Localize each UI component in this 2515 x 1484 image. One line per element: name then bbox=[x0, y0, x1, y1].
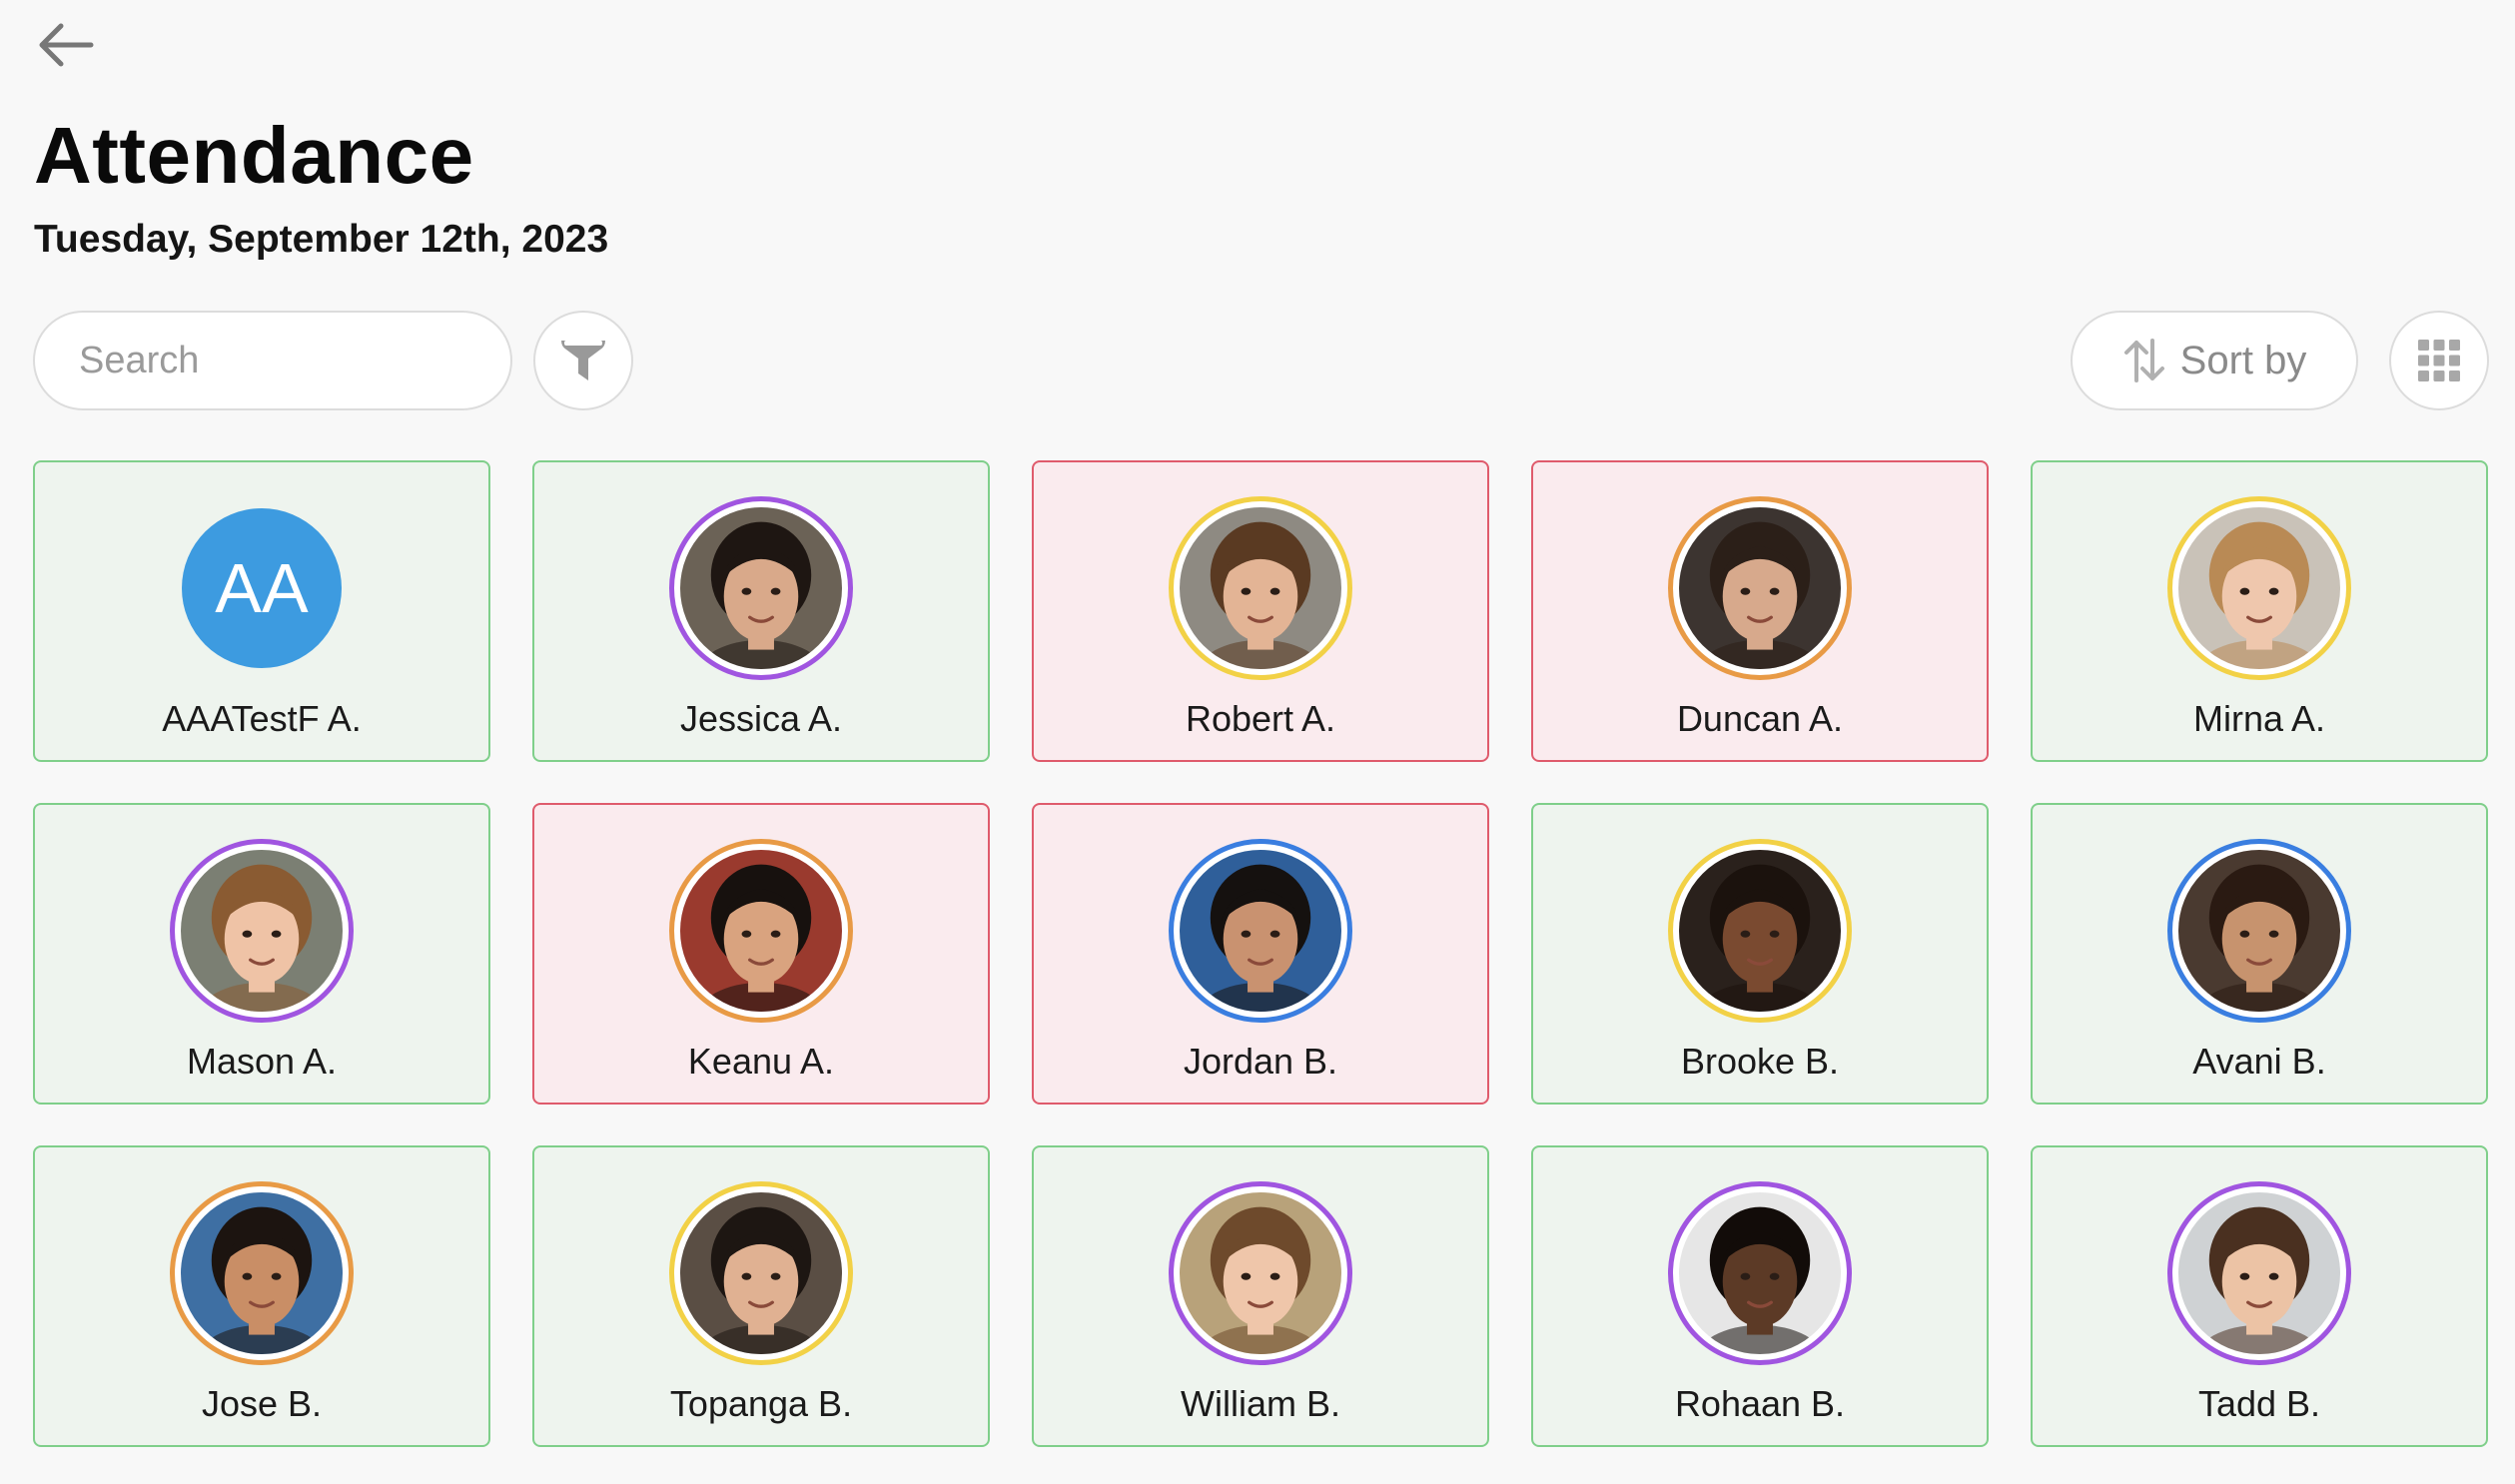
student-card[interactable]: Duncan A. bbox=[1531, 460, 1989, 762]
student-card[interactable]: Jordan B. bbox=[1032, 803, 1489, 1105]
student-name: Keanu A. bbox=[687, 1041, 835, 1082]
avatar bbox=[1169, 496, 1352, 680]
student-name: Tadd B. bbox=[2197, 1383, 2321, 1424]
student-card[interactable]: Avani B. bbox=[2031, 803, 2488, 1105]
student-name: Mirna A. bbox=[2192, 698, 2326, 739]
student-card[interactable]: AA AAATestF A. bbox=[33, 460, 490, 762]
grid-view-button[interactable] bbox=[2389, 311, 2489, 410]
arrow-left-icon bbox=[39, 23, 94, 67]
grid-icon bbox=[2418, 340, 2460, 381]
student-name: Avani B. bbox=[2192, 1041, 2326, 1082]
student-card[interactable]: Tadd B. bbox=[2031, 1145, 2488, 1447]
avatar bbox=[2167, 839, 2351, 1023]
avatar bbox=[1169, 839, 1352, 1023]
search-input[interactable] bbox=[33, 311, 512, 410]
student-name: Rohaan B. bbox=[1674, 1383, 1846, 1424]
student-photo bbox=[181, 1192, 343, 1354]
sort-label: Sort by bbox=[2179, 338, 2307, 382]
student-photo bbox=[1180, 850, 1341, 1012]
student-card[interactable]: Mason A. bbox=[33, 803, 490, 1105]
student-photo bbox=[2178, 507, 2340, 669]
sort-arrows-icon bbox=[2123, 339, 2164, 382]
avatar bbox=[170, 839, 354, 1023]
student-photo bbox=[680, 850, 842, 1012]
avatar bbox=[2167, 496, 2351, 680]
student-name: Jordan B. bbox=[1183, 1041, 1338, 1082]
avatar bbox=[1169, 1181, 1352, 1365]
filter-button[interactable] bbox=[533, 311, 633, 410]
avatar bbox=[1668, 496, 1852, 680]
avatar bbox=[669, 496, 853, 680]
student-photo bbox=[181, 850, 343, 1012]
student-photo bbox=[1180, 1192, 1341, 1354]
student-name: Robert A. bbox=[1185, 698, 1336, 739]
student-card[interactable]: Mirna A. bbox=[2031, 460, 2488, 762]
student-photo bbox=[680, 1192, 842, 1354]
student-card[interactable]: Keanu A. bbox=[532, 803, 990, 1105]
student-photo bbox=[680, 507, 842, 669]
avatar bbox=[2167, 1181, 2351, 1365]
funnel-icon bbox=[561, 341, 605, 380]
student-photo bbox=[2178, 1192, 2340, 1354]
student-name: Jose B. bbox=[201, 1383, 323, 1424]
student-card[interactable]: Rohaan B. bbox=[1531, 1145, 1989, 1447]
student-name: Brooke B. bbox=[1680, 1041, 1840, 1082]
student-name: AAATestF A. bbox=[162, 698, 362, 739]
student-card[interactable]: William B. bbox=[1032, 1145, 1489, 1447]
avatar-initials: AA bbox=[182, 508, 342, 668]
student-name: William B. bbox=[1181, 1383, 1340, 1424]
avatar bbox=[170, 1181, 354, 1365]
page-title: Attendance bbox=[34, 111, 474, 200]
student-card[interactable]: Jose B. bbox=[33, 1145, 490, 1447]
student-photo bbox=[1679, 1192, 1841, 1354]
student-photo bbox=[1679, 850, 1841, 1012]
student-photo bbox=[1679, 507, 1841, 669]
student-name: Topanga B. bbox=[669, 1383, 853, 1424]
avatar bbox=[669, 839, 853, 1023]
back-button[interactable] bbox=[30, 10, 100, 80]
student-grid: AA AAATestF A. Jessica A. Robert A. Duncan A… bbox=[33, 460, 2488, 1447]
student-photo bbox=[1180, 507, 1341, 669]
avatar bbox=[669, 1181, 853, 1365]
student-card[interactable]: Brooke B. bbox=[1531, 803, 1989, 1105]
page-date: Tuesday, September 12th, 2023 bbox=[34, 218, 609, 261]
avatar bbox=[1668, 1181, 1852, 1365]
sort-button[interactable]: Sort by bbox=[2071, 311, 2358, 410]
student-name: Duncan A. bbox=[1676, 698, 1844, 739]
student-card[interactable]: Robert A. bbox=[1032, 460, 1489, 762]
student-name: Jessica A. bbox=[679, 698, 843, 739]
student-photo bbox=[2178, 850, 2340, 1012]
student-card[interactable]: Jessica A. bbox=[532, 460, 990, 762]
student-name: Mason A. bbox=[186, 1041, 338, 1082]
student-card[interactable]: Topanga B. bbox=[532, 1145, 990, 1447]
avatar bbox=[1668, 839, 1852, 1023]
